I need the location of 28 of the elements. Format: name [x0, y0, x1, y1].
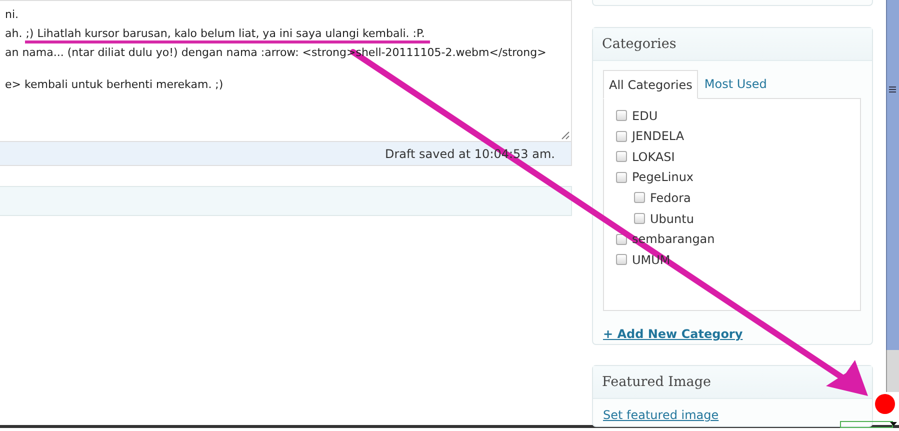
add-category-link[interactable]: + Add New Category — [603, 325, 743, 344]
input-field[interactable] — [840, 421, 893, 428]
checkbox[interactable] — [616, 254, 627, 266]
checkbox[interactable] — [616, 151, 627, 162]
category-label: Ubuntu — [650, 210, 694, 228]
grip-icon — [888, 86, 897, 93]
category-label: LOKASI — [632, 148, 675, 166]
category-label: EDU — [632, 108, 658, 125]
text-line: e> kembali untuk berhenti merekam. ;) — [5, 78, 224, 92]
featured-image-link[interactable]: Set featured image — [603, 406, 719, 424]
text-line: ni. — [5, 8, 19, 22]
scrollbar-thumb[interactable] — [886, 0, 899, 350]
category-tab[interactable]: All Categories — [603, 70, 698, 100]
text-line: ah. ;) Lihatlah kursor barusan, kalo belum liat, ya ini saya ulangi kembali. :P. — [5, 27, 425, 41]
checkbox[interactable] — [616, 110, 627, 122]
category-label: PegeLinux — [632, 169, 694, 186]
checkbox[interactable] — [616, 172, 627, 183]
cursor-highlight — [875, 394, 895, 414]
category-label: JENDELA — [632, 128, 684, 146]
category-tab[interactable]: Most Used — [698, 70, 773, 98]
checkbox[interactable] — [634, 192, 645, 204]
checkbox[interactable] — [634, 213, 645, 224]
resize-handle-icon[interactable] — [561, 131, 570, 140]
dropdown-arrow-icon[interactable] — [889, 419, 898, 428]
checkbox[interactable] — [616, 130, 627, 142]
panel-title: Featured Image — [593, 366, 872, 400]
panel-title: Categories — [593, 28, 872, 62]
category-label: Fedora — [650, 190, 691, 207]
